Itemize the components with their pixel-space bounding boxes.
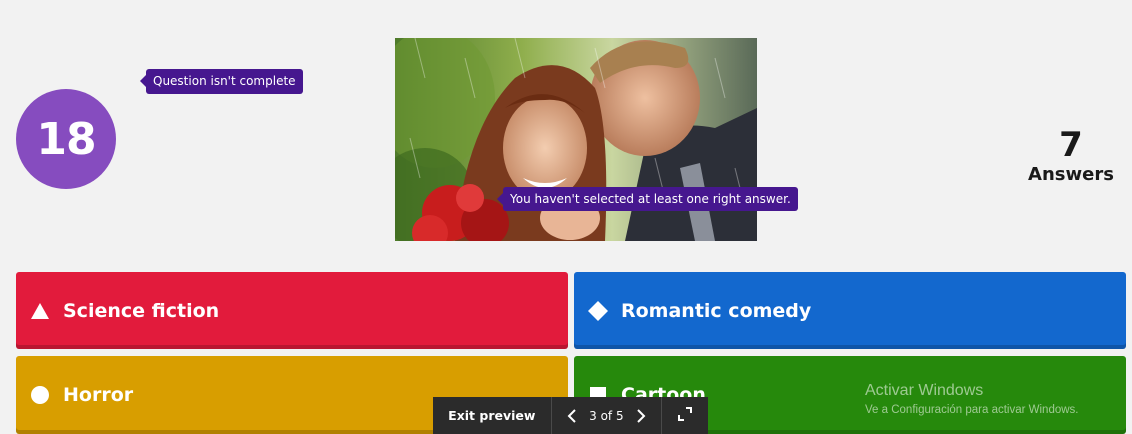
question-incomplete-text: Question isn't complete <box>153 74 296 88</box>
answer-missing-tooltip: You haven't selected at least one right … <box>497 187 798 211</box>
circle-icon <box>29 384 51 406</box>
diamond-icon <box>587 300 609 322</box>
watermark-subtitle: Ve a Configuración para activar Windows. <box>865 404 1079 416</box>
answers-label: Answers <box>1028 164 1114 185</box>
page-indicator: 3 of 5 <box>589 408 624 423</box>
page-navigator: 3 of 5 <box>552 409 662 423</box>
answer-3-label: Horror <box>63 384 134 406</box>
triangle-icon <box>29 300 51 322</box>
chevron-right-icon[interactable] <box>634 408 648 423</box>
chevron-left-icon[interactable] <box>565 408 579 423</box>
quiz-preview-stage: 18 Question isn't complete You haven't s… <box>0 0 1132 434</box>
answer-2-label: Romantic comedy <box>621 299 812 322</box>
answer-tile-1[interactable]: Science fiction <box>16 272 568 349</box>
countdown-timer: 18 <box>16 89 116 189</box>
question-incomplete-tooltip: Question isn't complete <box>140 69 303 94</box>
answer-tile-2[interactable]: Romantic comedy <box>574 272 1126 349</box>
answer-1-label: Science fiction <box>63 299 220 322</box>
preview-toolbar: Exit preview 3 of 5 <box>433 397 708 434</box>
timer-value: 18 <box>36 113 96 165</box>
answers-count: 7 <box>1059 125 1083 165</box>
watermark-title: Activar Windows <box>865 382 984 399</box>
answer-missing-text: You haven't selected at least one right … <box>510 192 791 206</box>
fullscreen-button[interactable] <box>662 407 708 424</box>
windows-activation-watermark: Activar Windows Ve a Configuración para … <box>865 382 1079 420</box>
fullscreen-icon <box>678 407 693 424</box>
answers-counter: 7 Answers <box>1016 126 1126 186</box>
exit-preview-button[interactable]: Exit preview <box>433 408 551 423</box>
